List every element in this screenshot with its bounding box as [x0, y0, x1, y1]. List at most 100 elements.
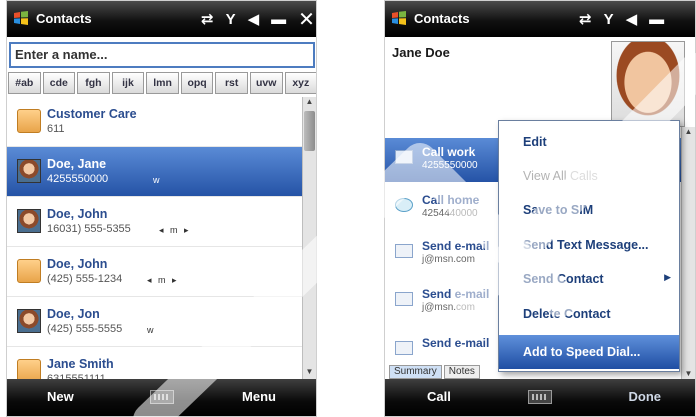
contact-phone: (425) 555-5555: [47, 323, 123, 335]
battery-icon[interactable]: ▬: [649, 11, 664, 28]
window-title: Contacts: [414, 11, 470, 26]
tab-notes[interactable]: Notes: [443, 365, 480, 379]
status-icons: ⇄ Y ◀ ▬: [567, 9, 664, 29]
letter-tab[interactable]: opq: [180, 72, 214, 94]
menu-item-save-to-sim[interactable]: Save to SIM: [499, 193, 679, 227]
letter-tab[interactable]: lmn: [146, 72, 179, 94]
email-icon: [395, 341, 413, 355]
letter-tab[interactable]: #ab: [8, 72, 41, 94]
letter-tab[interactable]: uvw: [249, 72, 283, 94]
signal-icon[interactable]: Y: [226, 11, 236, 28]
detail-action: Send e-mail: [422, 239, 490, 253]
phone-icon: [395, 150, 413, 164]
contact-name: Doe, Jon: [47, 307, 100, 321]
detail-action: Send e-mail: [422, 336, 490, 350]
start-icon[interactable]: [391, 10, 407, 26]
contact-row[interactable]: Doe, John (425) 555-1234 ◂ m ▸: [7, 247, 303, 297]
phone-type-switcher[interactable]: ◂ m ▸: [147, 275, 179, 286]
softkey-bar: Call Done: [385, 379, 695, 416]
done-softkey[interactable]: Done: [629, 389, 662, 404]
detail-value: j@msn.com: [422, 302, 475, 313]
phone-type: w: [147, 325, 156, 335]
letter-tab[interactable]: fgh: [77, 72, 110, 94]
contact-card-icon: [17, 109, 41, 133]
detail-tabs: Summary Notes: [389, 365, 482, 379]
contact-name: Doe, John: [47, 257, 108, 271]
contact-name-heading: Jane Doe: [392, 45, 450, 60]
window-title: Contacts: [36, 11, 92, 26]
contact-row[interactable]: Customer Care 611: [7, 97, 303, 147]
contact-detail-screen: Contacts ⇄ Y ◀ ▬ Jane Doe Call work 4255…: [384, 0, 696, 417]
battery-icon[interactable]: ▬: [271, 11, 286, 28]
contact-row[interactable]: Jane Smith 6315551111: [7, 347, 303, 385]
volume-icon[interactable]: ◀: [248, 10, 260, 28]
letter-tab[interactable]: rst: [215, 72, 248, 94]
contact-phone: (425) 555-1234: [47, 273, 123, 285]
volume-icon[interactable]: ◀: [626, 10, 638, 28]
contact-card-icon: [17, 259, 41, 283]
contact-name: Doe, John: [47, 207, 108, 221]
keyboard-icon[interactable]: [528, 390, 552, 404]
scrollbar[interactable]: ▲ ▼: [681, 127, 695, 381]
letter-filter-bar: #ab cde fgh ijk lmn opq rst uvw xyz: [7, 72, 316, 94]
menu-item-label: Send Contact: [523, 272, 604, 286]
menu-item-view-all-calls: View All Calls: [523, 169, 598, 183]
contact-photo: [611, 41, 685, 127]
detail-value: j@msn.com: [422, 254, 475, 265]
letter-tab[interactable]: cde: [42, 72, 76, 94]
scroll-thumb[interactable]: [304, 111, 315, 151]
scroll-up-icon[interactable]: ▲: [682, 127, 695, 139]
scrollbar[interactable]: ▲ ▼: [302, 97, 316, 379]
contact-photo: [17, 159, 41, 183]
menu-item-send-text-message[interactable]: Send Text Message...: [499, 228, 679, 262]
contact-phone: 4255550000: [47, 173, 109, 185]
status-icons: ⇄ Y ◀ ▬ ✕: [189, 7, 315, 32]
start-icon[interactable]: [13, 10, 29, 26]
detail-action: Send e-mail: [422, 287, 490, 301]
connectivity-icon[interactable]: ⇄: [579, 10, 592, 28]
connectivity-icon[interactable]: ⇄: [201, 10, 214, 28]
phone-type-switcher[interactable]: ◂ m ▸: [159, 225, 191, 236]
menu-softkey[interactable]: Menu: [242, 389, 276, 404]
detail-value: 4254440000: [422, 208, 478, 219]
scroll-down-icon[interactable]: ▼: [303, 367, 316, 379]
phone-type: w: [153, 175, 162, 185]
menu-item-send-contact[interactable]: Send Contact ▶: [499, 262, 679, 296]
new-softkey[interactable]: New: [47, 389, 74, 404]
menu-item-delete-contact[interactable]: Delete Contact: [499, 297, 679, 331]
submenu-arrow-icon: ▶: [664, 272, 671, 282]
letter-tab[interactable]: xyz: [284, 72, 316, 94]
contact-phone: 611: [47, 123, 65, 135]
menu-item-edit[interactable]: Edit: [499, 125, 679, 159]
scroll-up-icon[interactable]: ▲: [303, 97, 316, 109]
search-input[interactable]: Enter a name...: [9, 42, 315, 68]
contact-photo: [17, 309, 41, 333]
contact-row-selected[interactable]: Doe, Jane 4255550000 w: [7, 147, 303, 197]
close-icon[interactable]: ✕: [298, 7, 315, 32]
signal-icon[interactable]: Y: [604, 11, 614, 28]
contact-name: Jane Smith: [47, 357, 114, 371]
title-bar: Contacts ⇄ Y ◀ ▬ ✕: [7, 1, 316, 37]
keyboard-icon[interactable]: [149, 390, 174, 404]
email-icon: [395, 244, 413, 258]
title-bar: Contacts ⇄ Y ◀ ▬: [385, 1, 695, 37]
tab-summary[interactable]: Summary: [389, 365, 442, 379]
contact-list: Customer Care 611 Doe, Jane 4255550000 w…: [7, 97, 303, 385]
detail-action: Call work: [422, 145, 476, 159]
contact-name: Customer Care: [47, 107, 137, 121]
contact-row[interactable]: Doe, Jon (425) 555-5555 w: [7, 297, 303, 347]
contact-row[interactable]: Doe, John 16031) 555-5355 ◂ m ▸: [7, 197, 303, 247]
contact-name: Doe, Jane: [47, 157, 107, 171]
menu-item-add-to-speed-dial[interactable]: Add to Speed Dial...: [499, 335, 679, 369]
context-menu: Edit View All Calls Save to SIM Send Tex…: [498, 120, 680, 372]
contact-phone: 16031) 555-5355: [47, 223, 131, 235]
letter-tab[interactable]: ijk: [111, 72, 145, 94]
contacts-list-screen: Contacts ⇄ Y ◀ ▬ ✕ Enter a name... #ab c…: [6, 0, 317, 417]
softkey-bar: New Menu: [7, 379, 316, 416]
call-softkey[interactable]: Call: [427, 389, 451, 404]
email-icon: [395, 292, 413, 306]
detail-value: 4255550000: [422, 160, 478, 171]
contact-photo: [17, 209, 41, 233]
home-phone-icon: [395, 198, 413, 212]
detail-action: Call home: [422, 193, 480, 207]
